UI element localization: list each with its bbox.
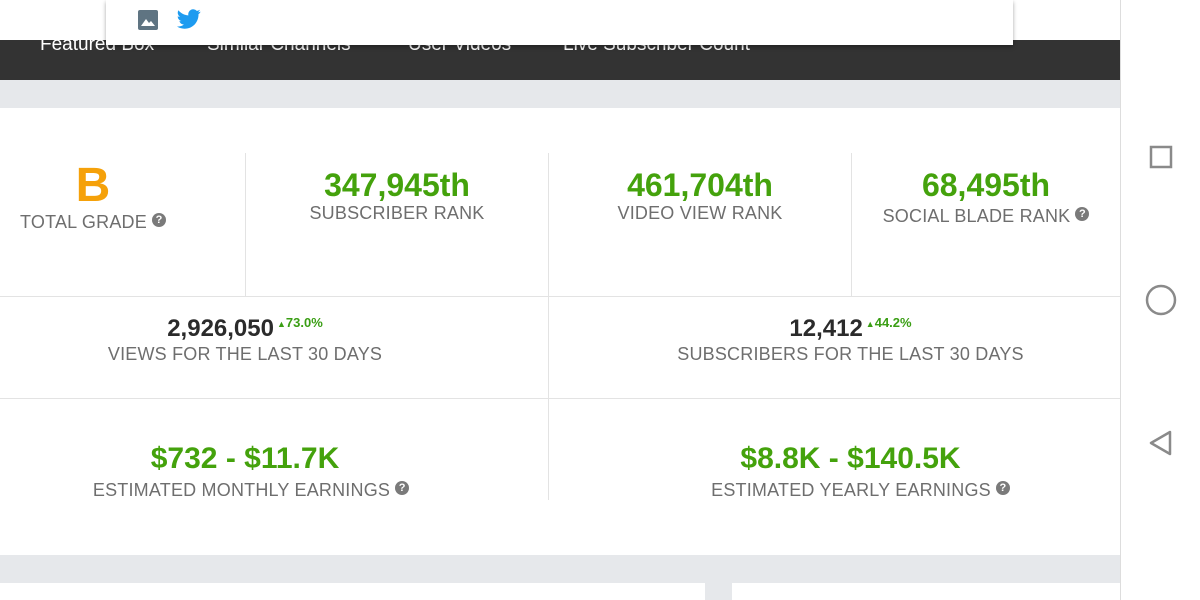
video-view-rank-label: VIDEO VIEW RANK — [617, 203, 783, 223]
social-blade-rank-label: SOCIAL BLADE RANK — [882, 206, 1071, 226]
subscribers-last-30-label: SUBSCRIBERS FOR THE LAST 30 DAYS — [677, 344, 1024, 364]
subscribers-last-30-value: 12,412 — [789, 315, 863, 342]
social-blade-rank-value: 68,495th — [921, 167, 1051, 203]
video-view-rank-value: 461,704th — [627, 167, 773, 203]
grade-value: B — [75, 159, 111, 212]
help-icon[interactable]: ? — [995, 481, 1010, 495]
channel-nav-bar: Featured Box Similar Channels User Video… — [0, 40, 1120, 80]
divider — [245, 153, 246, 296]
yearly-earnings: $8.8K - $140.5K ESTIMATED YEARLY EARNING… — [549, 441, 1152, 501]
recents-square-icon[interactable] — [1142, 138, 1180, 176]
views-last-30-value: 2,926,050 — [167, 315, 274, 342]
subscriber-rank-value: 347,945th — [324, 167, 470, 203]
help-icon[interactable]: ? — [1075, 207, 1090, 221]
subscribers-delta: ▲44.2% — [865, 315, 912, 330]
next-card-right — [732, 583, 1120, 600]
twitter-icon[interactable] — [175, 7, 203, 36]
views-last-30-label: VIEWS FOR THE LAST 30 DAYS — [107, 344, 383, 364]
views-last-30: 2,926,050 ▲73.0% VIEWS FOR THE LAST 30 DA… — [0, 315, 490, 365]
stats-card: B TOTAL GRADE? 347,945th SUBSCRIBER RANK… — [0, 108, 1120, 555]
yearly-earnings-label: ESTIMATED YEARLY EARNINGS — [711, 480, 991, 500]
subscriber-rank-label: SUBSCRIBER RANK — [309, 203, 485, 223]
home-circle-icon[interactable] — [1142, 281, 1180, 319]
gray-band — [0, 555, 1120, 583]
gray-band — [0, 80, 1120, 108]
up-arrow-icon: ▲ — [865, 319, 875, 329]
image-icon[interactable] — [137, 9, 159, 36]
next-card-left — [0, 583, 705, 600]
views-delta: ▲73.0% — [276, 315, 323, 330]
subscribers-last-30: 12,412 ▲44.2% SUBSCRIBERS FOR THE LAST 30… — [549, 315, 1152, 365]
divider — [0, 398, 1120, 399]
total-grade: B TOTAL GRADE? — [0, 158, 186, 233]
share-popup — [106, 0, 1013, 45]
help-icon[interactable]: ? — [151, 213, 166, 227]
video-view-rank: 461,704th VIDEO VIEW RANK — [549, 167, 851, 224]
grade-label: TOTAL GRADE — [20, 212, 147, 232]
social-blade-rank: 68,495th SOCIAL BLADE RANK? — [852, 167, 1120, 227]
help-icon[interactable]: ? — [395, 481, 410, 495]
up-arrow-icon: ▲ — [276, 319, 286, 329]
monthly-earnings-label: ESTIMATED MONTHLY EARNINGS — [92, 480, 391, 500]
subscriber-rank: 347,945th SUBSCRIBER RANK — [246, 167, 548, 224]
back-triangle-icon[interactable] — [1142, 424, 1180, 462]
monthly-earnings-value: $732 - $11.7K — [150, 442, 340, 475]
divider — [0, 296, 1120, 297]
yearly-earnings-value: $8.8K - $140.5K — [740, 442, 961, 475]
monthly-earnings: $732 - $11.7K ESTIMATED MONTHLY EARNINGS… — [0, 441, 490, 501]
divider — [851, 153, 852, 296]
